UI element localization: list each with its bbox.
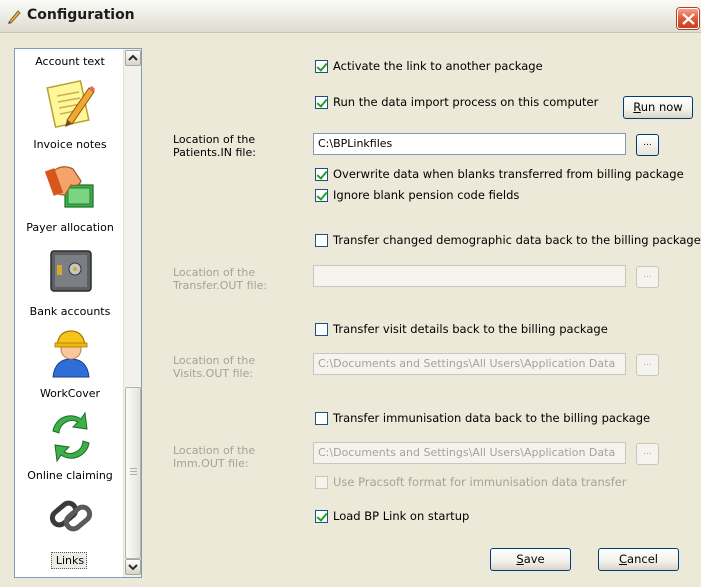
visits-out-label-line1: Location of the	[173, 354, 256, 367]
sidebar-item-workcover[interactable]: WorkCover	[15, 387, 125, 400]
chevron-up-icon	[128, 54, 138, 61]
configuration-window: Configuration Account text Invoice notes…	[0, 0, 701, 587]
chain-link-icon[interactable]	[45, 489, 97, 541]
activate-link-label: Activate the link to another package	[333, 59, 543, 73]
overwrite-blanks-checkbox[interactable]	[315, 168, 328, 181]
sidebar-item-bank-accounts[interactable]: Bank accounts	[15, 305, 125, 318]
ignore-pension-checkbox[interactable]	[315, 189, 328, 202]
cancel-accel: C	[619, 552, 628, 566]
sidebar-item-payer-allocation[interactable]: Payer allocation	[15, 221, 125, 234]
chevron-down-icon	[128, 564, 138, 571]
transfer-demographic-label: Transfer changed demographic data back t…	[333, 233, 701, 247]
scroll-up-button[interactable]	[125, 50, 141, 66]
visits-out-path-input[interactable]: C:\Documents and Settings\All Users\Appl…	[313, 353, 626, 375]
grip-line	[130, 474, 137, 475]
imm-out-path-input[interactable]: C:\Documents and Settings\All Users\Appl…	[313, 442, 626, 464]
transfer-immunisation-label: Transfer immunisation data back to the b…	[333, 411, 651, 425]
run-now-accel: R	[633, 100, 641, 114]
transfer-immunisation-checkbox[interactable]	[315, 412, 328, 425]
visits-out-label-line2: Visits.OUT file:	[173, 367, 254, 380]
patients-in-browse-button[interactable]: ...	[636, 134, 659, 156]
transfer-visits-label: Transfer visit details back to the billi…	[333, 322, 608, 336]
grip-line	[130, 468, 137, 469]
run-import-checkbox[interactable]	[315, 96, 328, 109]
patients-in-label-line2: Patients.IN file:	[173, 146, 256, 159]
transfer-out-label-line2: Transfer.OUT file:	[173, 279, 268, 292]
save-label: ave	[523, 552, 545, 566]
cancel-button[interactable]: Cancel	[598, 548, 679, 571]
scroll-down-button[interactable]	[125, 559, 141, 575]
title-bar: Configuration	[0, 0, 701, 33]
run-now-button[interactable]: Run now	[623, 96, 693, 119]
patients-in-label-line1: Location of the	[173, 133, 256, 146]
category-sidebar: Account text Invoice notes Payer allocat…	[14, 48, 142, 578]
load-on-startup-checkbox[interactable]	[315, 510, 328, 523]
visits-out-browse-button[interactable]: ...	[636, 354, 659, 376]
sidebar-scrollbar[interactable]	[123, 49, 141, 577]
imm-out-label-line2: Imm.OUT file:	[173, 457, 249, 470]
sidebar-item-invoice-notes[interactable]: Invoice notes	[15, 138, 125, 151]
cancel-label: ancel	[627, 552, 658, 566]
hand-money-icon[interactable]	[45, 161, 97, 213]
save-button[interactable]: Save	[490, 548, 571, 571]
run-import-label: Run the data import process on this comp…	[333, 95, 599, 109]
sidebar-item-links[interactable]: Links	[15, 554, 125, 567]
scroll-thumb[interactable]	[125, 387, 141, 559]
window-title: Configuration	[27, 7, 135, 23]
use-pracsoft-label: Use Pracsoft format for immunisation dat…	[333, 475, 627, 489]
ignore-pension-label: Ignore blank pension code fields	[333, 188, 520, 202]
imm-out-browse-button[interactable]: ...	[636, 443, 659, 465]
sidebar-item-account-text[interactable]: Account text	[15, 55, 125, 68]
notepad-pencil-icon[interactable]	[45, 78, 97, 130]
grip-line	[130, 471, 137, 472]
transfer-out-path-input[interactable]	[313, 265, 626, 287]
overwrite-blanks-label: Overwrite data when blanks transferred f…	[333, 167, 684, 181]
green-arrows-cycle-icon[interactable]	[45, 411, 97, 463]
close-button[interactable]	[677, 8, 699, 29]
use-pracsoft-checkbox[interactable]	[315, 476, 328, 489]
safe-icon[interactable]	[45, 245, 97, 297]
run-now-label: un now	[640, 100, 683, 114]
imm-out-label-line1: Location of the	[173, 444, 256, 457]
sidebar-item-online-claiming[interactable]: Online claiming	[15, 469, 125, 482]
close-icon	[682, 13, 695, 25]
activate-link-checkbox[interactable]	[315, 60, 328, 73]
transfer-visits-checkbox[interactable]	[315, 323, 328, 336]
transfer-out-label-line1: Location of the	[173, 266, 256, 279]
transfer-demographic-checkbox[interactable]	[315, 234, 328, 247]
transfer-out-browse-button[interactable]: ...	[636, 266, 659, 288]
worker-hardhat-icon[interactable]	[45, 327, 97, 379]
patients-in-path-input[interactable]: C:\BPLinkfiles	[313, 133, 626, 155]
load-on-startup-label: Load BP Link on startup	[333, 509, 470, 523]
save-accel: S	[516, 552, 524, 566]
pen-icon	[8, 10, 21, 24]
